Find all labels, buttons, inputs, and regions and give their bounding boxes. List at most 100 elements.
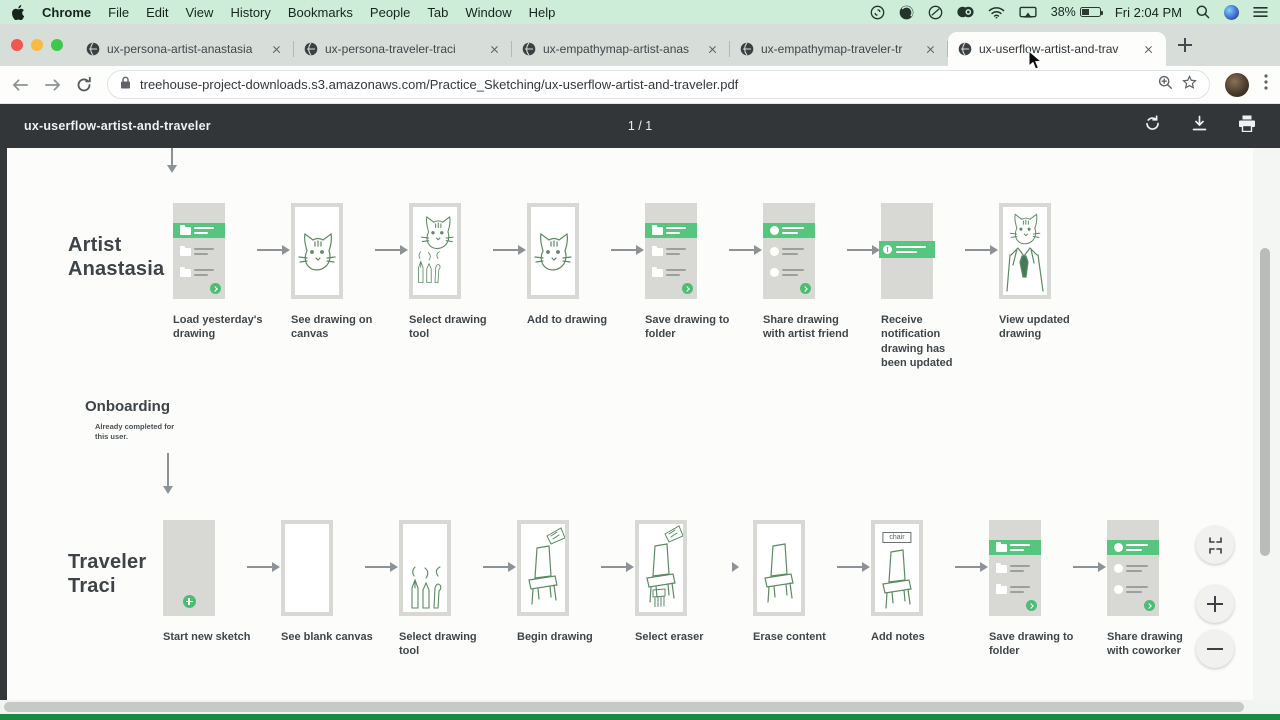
do-not-disturb-menu-icon[interactable] xyxy=(928,5,943,20)
horizontal-scrollbar-track[interactable] xyxy=(0,700,1280,714)
minimize-window-button[interactable] xyxy=(31,39,43,51)
minus-icon xyxy=(1207,648,1223,650)
flow-step: See drawing on canvas xyxy=(291,203,375,342)
tab-title: ux-empathymap-artist-anas xyxy=(543,42,698,56)
menu-people[interactable]: People xyxy=(370,5,410,20)
menu-file[interactable]: File xyxy=(108,5,129,20)
menu-bar-clock[interactable]: Fri 2:04 PM xyxy=(1115,5,1182,20)
traveler-flow-heading: Traveler Traci xyxy=(68,550,146,598)
reload-button[interactable] xyxy=(76,77,92,93)
vertical-scrollbar-thumb[interactable] xyxy=(1260,248,1270,556)
traveler-flow-row: Start new sketch See blank canvas Select… xyxy=(163,520,1191,659)
zoom-in-button[interactable] xyxy=(1196,585,1234,623)
url-text[interactable]: treehouse-project-downloads.s3.amazonaws… xyxy=(140,77,1149,92)
close-tab-icon[interactable] xyxy=(705,42,720,57)
browser-menu-kebab-icon[interactable] xyxy=(1264,74,1268,95)
pdf-page-indicator: 1 / 1 xyxy=(0,119,1280,133)
tab-ux-empathymap-artist[interactable]: ux-empathymap-artist-anas xyxy=(512,32,730,66)
menu-bookmarks[interactable]: Bookmarks xyxy=(288,5,353,20)
shazam-menu-icon[interactable] xyxy=(870,5,885,20)
pdf-favicon xyxy=(522,42,536,56)
tab-ux-empathymap-traveler[interactable]: ux-empathymap-traveler-tr xyxy=(730,32,948,66)
close-tab-icon[interactable] xyxy=(487,42,502,57)
pdf-page: Artist Anastasia Load yesterday's drawin… xyxy=(7,148,1253,700)
tab-title: ux-userflow-artist-and-trav xyxy=(979,42,1134,56)
flow-arrow-icon xyxy=(729,249,755,251)
folder-icon xyxy=(180,269,191,277)
menu-edit[interactable]: Edit xyxy=(146,5,168,20)
chair-with-note-sketch: chair xyxy=(871,520,923,616)
tab-ux-persona-artist-anastasia[interactable]: ux-persona-artist-anastasia xyxy=(76,32,294,66)
folder-list-sketch xyxy=(989,520,1041,616)
close-window-button[interactable] xyxy=(11,39,23,51)
menu-tab[interactable]: Tab xyxy=(427,5,448,20)
flow-step: See blank canvas xyxy=(281,520,365,644)
step-label: Erase content xyxy=(753,630,845,644)
avatar-icon xyxy=(770,226,779,235)
menu-help[interactable]: Help xyxy=(529,5,556,20)
zoom-out-button[interactable] xyxy=(1196,630,1234,668)
pdf-viewport: Artist Anastasia Load yesterday's drawin… xyxy=(0,148,1280,714)
tab-ux-persona-traveler-traci[interactable]: ux-persona-traveler-traci xyxy=(294,32,512,66)
avatar-icon xyxy=(770,268,779,277)
flow-arrow-icon xyxy=(257,249,283,251)
flow-step: Load yesterday's drawing xyxy=(173,203,257,342)
onboarding-heading: Onboarding xyxy=(85,398,170,415)
spotlight-search-icon[interactable] xyxy=(1196,5,1210,19)
close-tab-icon[interactable] xyxy=(269,42,284,57)
notification-center-icon[interactable] xyxy=(1253,6,1268,18)
flow-step: View updated drawing xyxy=(999,203,1083,342)
macos-menu-bar: Chrome File Edit View History Bookmarks … xyxy=(0,0,1280,24)
vertical-scrollbar-track[interactable] xyxy=(1253,148,1280,700)
browser-helper-menu-icon[interactable] xyxy=(899,5,914,20)
bookmark-star-icon[interactable] xyxy=(1182,75,1197,95)
step-label: Share drawing with artist friend xyxy=(763,313,855,342)
creative-cloud-menu-icon[interactable] xyxy=(957,5,974,19)
screen-mirroring-menu-icon[interactable] xyxy=(1019,6,1037,19)
step-label: Select drawing tool xyxy=(409,313,501,342)
folder-icon xyxy=(652,248,663,256)
address-bar[interactable]: treehouse-project-downloads.s3.amazonaws… xyxy=(107,70,1210,99)
browser-tab-strip: ux-persona-artist-anastasia ux-persona-t… xyxy=(0,24,1280,66)
rotate-page-icon[interactable] xyxy=(1144,115,1161,137)
pdf-favicon xyxy=(304,42,318,56)
browser-toolbar: treehouse-project-downloads.s3.amazonaws… xyxy=(0,66,1280,104)
wifi-menu-icon[interactable] xyxy=(988,6,1005,19)
tab-ux-userflow-active[interactable]: ux-userflow-artist-and-trav xyxy=(948,32,1166,66)
menu-view[interactable]: View xyxy=(185,5,213,20)
contact-list-sketch xyxy=(763,203,815,299)
horizontal-scrollbar-thumb[interactable] xyxy=(4,702,1244,712)
step-label: Add notes xyxy=(871,630,963,644)
menu-window[interactable]: Window xyxy=(465,5,511,20)
step-label: Begin drawing xyxy=(517,630,609,644)
step-label: Load yesterday's drawing xyxy=(173,313,265,342)
forward-button[interactable] xyxy=(44,78,61,92)
download-icon[interactable] xyxy=(1191,115,1208,137)
print-icon[interactable] xyxy=(1238,115,1256,137)
active-app-name[interactable]: Chrome xyxy=(42,5,91,20)
step-label: Share drawing with coworker xyxy=(1107,630,1199,659)
new-tab-button[interactable] xyxy=(1172,32,1198,58)
drawing-tools-sketch xyxy=(399,520,451,616)
chair-with-eraser-sketch xyxy=(635,520,687,616)
siri-icon[interactable] xyxy=(1224,5,1239,20)
close-tab-icon[interactable] xyxy=(923,42,938,57)
flow-step: Select eraser xyxy=(635,520,719,644)
plus-icon xyxy=(1207,596,1223,612)
step-label: Save drawing to folder xyxy=(989,630,1081,659)
back-button[interactable] xyxy=(12,78,29,92)
profile-avatar[interactable] xyxy=(1225,73,1249,97)
flow-step: Select drawing tool xyxy=(409,203,493,342)
fullscreen-window-button[interactable] xyxy=(51,39,63,51)
step-label: Save drawing to folder xyxy=(645,313,737,342)
menu-history[interactable]: History xyxy=(230,5,270,20)
flow-arrow-icon xyxy=(365,566,391,568)
cat-with-tools-sketch xyxy=(409,203,461,299)
zoom-page-icon[interactable] xyxy=(1158,75,1173,95)
apple-menu-icon[interactable] xyxy=(12,5,25,20)
pdf-favicon xyxy=(740,42,754,56)
step-label: See blank canvas xyxy=(281,630,373,644)
close-tab-icon[interactable] xyxy=(1141,42,1156,57)
flow-arrow-icon xyxy=(247,566,273,568)
fit-to-page-button[interactable] xyxy=(1196,526,1234,564)
